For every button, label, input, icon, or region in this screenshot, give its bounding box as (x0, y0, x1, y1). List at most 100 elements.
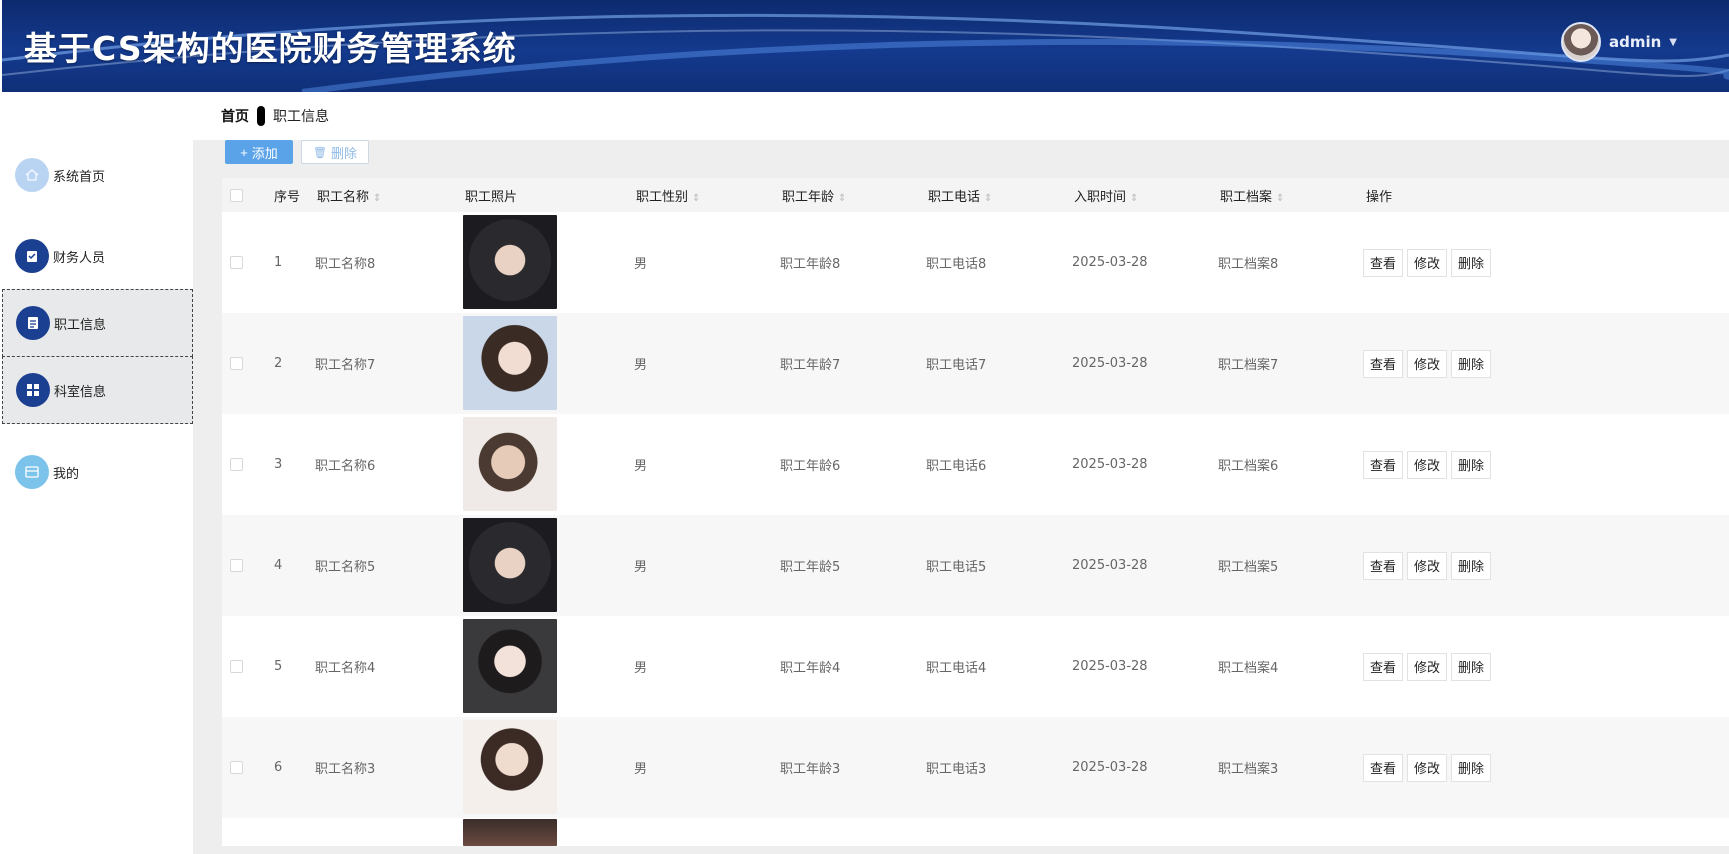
cell-age: 职工年龄6 (780, 459, 841, 474)
column-header-index: 序号 (274, 189, 301, 205)
cell-name: 职工名称8 (315, 257, 376, 272)
row-checkbox[interactable] (230, 357, 243, 370)
table-row: 4 职工名称5 男 职工年龄5 职工电话5 2025-03-28 职工档案5 查看 修改 删除 (222, 515, 1729, 616)
delete-button[interactable]: 删除 (1451, 551, 1492, 580)
delete-button[interactable]: 删除 (1451, 450, 1492, 479)
cell-archive: 职工档案8 (1218, 257, 1279, 272)
batch-delete-button[interactable]: 🗑 删除 (301, 140, 369, 164)
cell-name: 职工名称7 (315, 358, 376, 373)
row-actions: 查看 修改 删除 (1363, 551, 1495, 580)
edit-button[interactable]: 修改 (1407, 551, 1448, 580)
column-header-name[interactable]: 职工名称 ⇕ (317, 186, 381, 205)
cell-date: 2025-03-28 (1072, 356, 1148, 371)
edit-button[interactable]: 修改 (1407, 753, 1448, 782)
breadcrumb: 首页 职工信息 (193, 92, 1729, 140)
view-button[interactable]: 查看 (1363, 450, 1404, 479)
staff-photo[interactable] (463, 316, 557, 410)
cell-archive: 职工档案4 (1218, 661, 1279, 676)
app-title: 基于CS架构的医院财务管理系统 (24, 29, 517, 68)
cell-archive: 职工档案5 (1218, 560, 1279, 575)
row-actions: 查看 修改 删除 (1363, 248, 1495, 277)
sidebar-item-finance-staff[interactable]: 财务人员 (2, 222, 193, 290)
row-actions: 查看 修改 删除 (1363, 753, 1495, 782)
grid-icon (16, 373, 50, 407)
column-header-age[interactable]: 职工年龄 ⇕ (782, 186, 846, 205)
sort-icon[interactable]: ⇕ (838, 193, 846, 204)
delete-button[interactable]: 删除 (1451, 248, 1492, 277)
row-checkbox[interactable] (230, 458, 243, 471)
edit-button[interactable]: 修改 (1407, 248, 1448, 277)
cell-phone: 职工电话5 (926, 560, 987, 575)
user-name[interactable]: admin (1609, 33, 1661, 51)
view-button[interactable]: 查看 (1363, 248, 1404, 277)
view-button[interactable]: 查看 (1363, 349, 1404, 378)
column-header-phone[interactable]: 职工电话 ⇕ (928, 186, 992, 205)
breadcrumb-home[interactable]: 首页 (221, 106, 249, 126)
column-header-date[interactable]: 入职时间 ⇕ (1074, 186, 1138, 205)
staff-photo[interactable] (463, 619, 557, 713)
cell-gender: 男 (634, 560, 648, 575)
add-button[interactable]: + 添加 (225, 140, 293, 164)
row-checkbox[interactable] (230, 660, 243, 673)
sort-icon[interactable]: ⇕ (1130, 193, 1138, 204)
edit-button[interactable]: 修改 (1407, 450, 1448, 479)
sidebar-item-home[interactable]: 系统首页 (2, 141, 193, 209)
row-checkbox[interactable] (230, 559, 243, 572)
staff-photo[interactable] (463, 819, 557, 846)
column-header-archive[interactable]: 职工档案 ⇕ (1220, 186, 1284, 205)
staff-photo[interactable] (463, 720, 557, 814)
column-header-label: 入职时间 (1074, 189, 1127, 205)
sidebar-item-label: 科室信息 (54, 384, 107, 400)
breadcrumb-current: 职工信息 (273, 109, 329, 125)
view-button[interactable]: 查看 (1363, 652, 1404, 681)
cell-name: 职工名称3 (315, 762, 376, 777)
column-header-label: 职工档案 (1220, 189, 1273, 205)
delete-button[interactable]: 删除 (1451, 753, 1492, 782)
cell-date: 2025-03-28 (1072, 659, 1148, 674)
row-actions: 查看 修改 删除 (1363, 450, 1495, 479)
row-actions: 查看 修改 删除 (1363, 652, 1495, 681)
delete-button[interactable]: 删除 (1451, 349, 1492, 378)
view-button[interactable]: 查看 (1363, 551, 1404, 580)
document-icon (16, 306, 50, 340)
row-checkbox[interactable] (230, 761, 243, 774)
user-menu[interactable]: admin ▼ (1560, 22, 1677, 62)
cell-index: 5 (274, 659, 283, 674)
staff-photo[interactable] (463, 215, 557, 309)
column-header-label: 职工电话 (928, 189, 981, 205)
select-all-checkbox[interactable] (230, 188, 243, 202)
staff-photo[interactable] (463, 417, 557, 511)
view-button[interactable]: 查看 (1363, 753, 1404, 782)
sidebar-item-department-info[interactable]: 科室信息 (2, 356, 193, 424)
staff-photo[interactable] (463, 518, 557, 612)
sidebar-item-mine[interactable]: 我的 (2, 438, 193, 506)
avatar[interactable] (1560, 22, 1601, 62)
column-header-label: 职工名称 (317, 189, 370, 205)
add-button-label: 添加 (251, 145, 278, 161)
cell-gender: 男 (634, 358, 648, 373)
cell-name: 职工名称4 (315, 661, 376, 676)
table-row: 1 职工名称8 男 职工年龄8 职工电话8 2025-03-28 职工档案8 查看 修改 删除 (222, 212, 1729, 313)
delete-button[interactable]: 删除 (1451, 652, 1492, 681)
table-body: 1 职工名称8 男职工年龄8 职工电话8 2025-03-28 职工档案8 查看 修改 删除 2 职… (222, 212, 1729, 846)
sort-icon[interactable]: ⇕ (1276, 193, 1284, 204)
row-checkbox[interactable] (230, 256, 243, 269)
cell-phone: 职工电话7 (926, 358, 987, 373)
chevron-down-icon[interactable]: ▼ (1669, 37, 1677, 48)
breadcrumb-separator (257, 106, 265, 126)
table-row: 6 职工名称3 男 职工年龄3 职工电话3 2025-03-28 职工档案3 查看 修改 删除 (222, 717, 1729, 818)
sort-icon[interactable]: ⇕ (373, 193, 381, 204)
edit-button[interactable]: 修改 (1407, 349, 1448, 378)
home-icon (15, 158, 49, 192)
column-header-photo: 职工照片 (465, 189, 518, 205)
main-content: + 添加 🗑 删除 序号 职工名称 ⇕ 职工照片 职工性别 ⇕ 职工年龄 ⇕ 职工电话… (193, 140, 1729, 854)
sort-icon[interactable]: ⇕ (692, 193, 700, 204)
sidebar-item-staff-info[interactable]: 职工信息 (2, 289, 193, 357)
cell-age: 职工年龄4 (780, 661, 841, 676)
column-header-gender[interactable]: 职工性别 ⇕ (636, 186, 700, 205)
cell-name: 职工名称5 (315, 560, 376, 575)
edit-button[interactable]: 修改 (1407, 652, 1448, 681)
plus-icon: + (240, 144, 248, 160)
sort-icon[interactable]: ⇕ (984, 193, 992, 204)
sidebar-item-label: 财务人员 (53, 250, 106, 266)
